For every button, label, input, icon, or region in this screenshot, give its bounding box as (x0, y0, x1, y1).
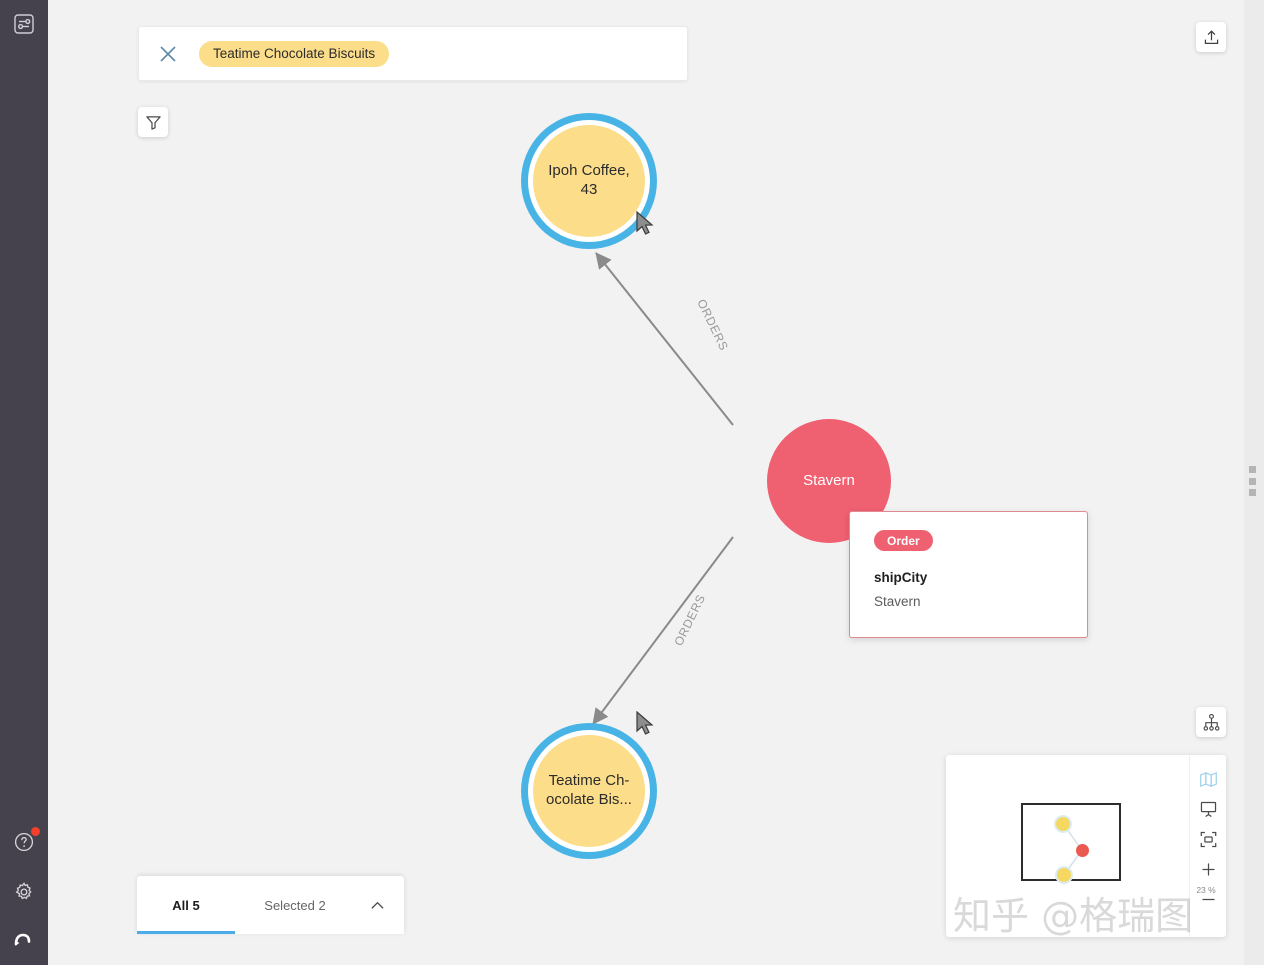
graph-node-ipoh-coffee[interactable]: Ipoh Coffee, 43 (533, 125, 645, 237)
property-key: shipCity (874, 570, 928, 585)
node-label: Teatime Ch- ocolate Bis... (546, 772, 632, 808)
logo-icon[interactable] (10, 923, 38, 951)
gear-icon[interactable] (10, 878, 38, 906)
node-label: Ipoh Coffee, 43 (548, 162, 630, 198)
zoom-in-icon[interactable] (1193, 854, 1223, 884)
fit-icon[interactable] (1193, 794, 1223, 824)
frame-icon[interactable] (1193, 824, 1223, 854)
map-icon[interactable] (1193, 764, 1223, 794)
graph-node-teatime-biscuits[interactable]: Teatime Ch- ocolate Bis... (533, 735, 645, 847)
notification-badge (31, 827, 40, 836)
minimap-node (1076, 844, 1089, 857)
chevron-up-icon[interactable] (366, 894, 388, 916)
left-rail (0, 0, 48, 965)
filter-icon[interactable] (138, 107, 168, 137)
minimap-panel[interactable]: 23 % (946, 755, 1226, 937)
minimap-node (1056, 817, 1070, 831)
layout-hierarchy-icon[interactable] (1196, 707, 1226, 737)
edge-orders-ipoh (595, 252, 734, 426)
minimap-node (1057, 868, 1071, 882)
node-inspector-popup: Order shipCity Stavern (849, 511, 1088, 638)
close-icon[interactable] (157, 43, 179, 65)
minimap-canvas[interactable] (946, 755, 1189, 937)
sliders-icon[interactable] (10, 10, 38, 38)
results-tab-panel: All 5 Selected 2 (137, 876, 404, 934)
panel-resize-handle[interactable] (1249, 466, 1256, 496)
tab-all[interactable]: All 5 (137, 876, 235, 934)
zoom-level-label: 23 % (1196, 885, 1216, 895)
export-icon[interactable] (1196, 22, 1226, 52)
app-root: ORDERS ORDERS Ipoh Coffee, 43 Stavern Te… (0, 0, 1264, 965)
property-value: Stavern (874, 594, 921, 609)
edge-orders-teatime (592, 536, 734, 725)
search-chip-bar: Teatime Chocolate Biscuits (138, 26, 688, 81)
search-chip[interactable]: Teatime Chocolate Biscuits (199, 40, 390, 67)
minimap-tools (1189, 755, 1226, 937)
tab-selected[interactable]: Selected 2 (235, 876, 355, 934)
help-icon[interactable] (10, 827, 40, 856)
status-badge: Order (874, 530, 933, 551)
node-label: Stavern (803, 471, 855, 489)
graph-canvas[interactable]: ORDERS ORDERS Ipoh Coffee, 43 Stavern Te… (48, 0, 1244, 965)
minimap-viewport[interactable] (1021, 803, 1121, 881)
